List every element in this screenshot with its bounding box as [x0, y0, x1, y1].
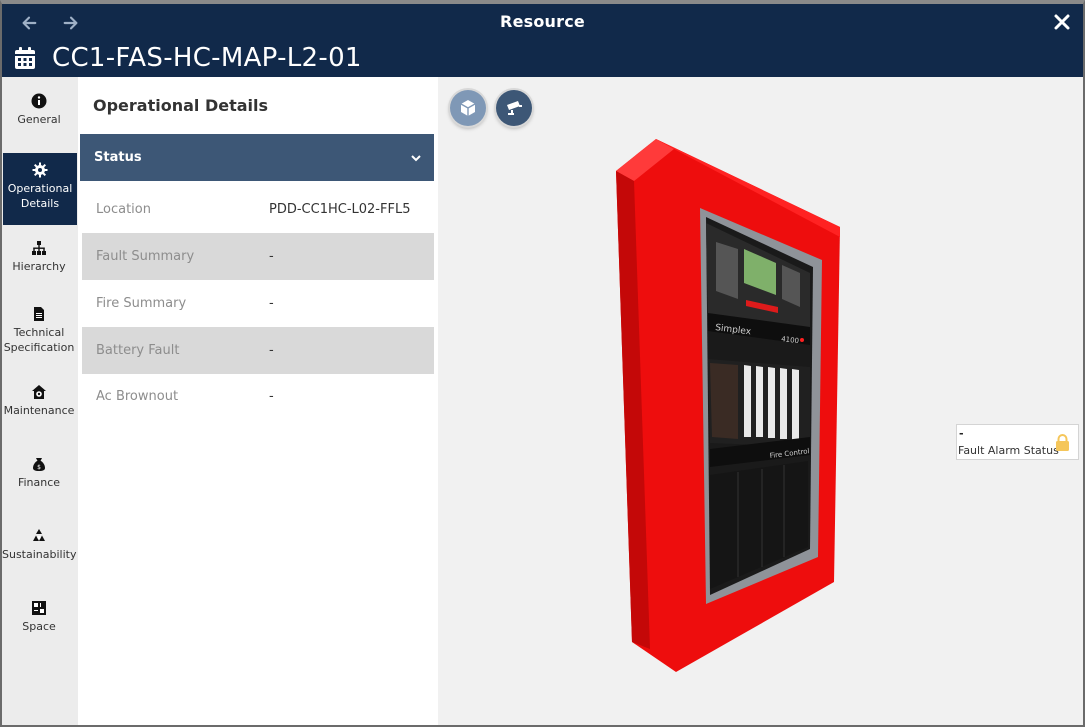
detail-value: - — [269, 343, 274, 358]
sidebar-item-maintenance[interactable]: Maintenance — [2, 384, 76, 424]
detail-row-ac-brownout: Ac Brownout - — [82, 373, 434, 420]
detail-value: - — [269, 249, 274, 264]
detail-label: Ac Brownout — [96, 389, 179, 404]
sidebar-item-hierarchy[interactable]: Hierarchy — [2, 240, 76, 282]
sidebar-item-label: Technical Specification — [3, 326, 75, 354]
sidebar-item-label: Hierarchy — [12, 260, 66, 273]
detail-row-fault-summary: Fault Summary - — [82, 233, 434, 280]
sidebar-item-general[interactable]: General — [2, 93, 76, 135]
detail-label: Location — [96, 202, 151, 217]
sidebar-item-technical-specification[interactable]: Technical Specification — [2, 306, 76, 356]
sidebar-item-label: Space — [22, 620, 56, 633]
detail-row-location: Location PDD-CC1HC-L02-FFL5 — [82, 186, 434, 233]
sidebar: General Operational Details Hierarchy Te… — [2, 77, 78, 725]
document-icon — [34, 307, 44, 321]
info-icon — [31, 93, 47, 109]
home-gear-icon — [32, 385, 46, 399]
sidebar-item-finance[interactable]: $ Finance — [2, 456, 76, 496]
model-viewer[interactable]: Simplex 4100 Fire Control - Fault Alarm … — [438, 77, 1083, 725]
recycle-icon — [33, 529, 45, 541]
resource-name: CC1-FAS-HC-MAP-L2-01 — [52, 43, 362, 73]
resource-window: Resource CC1-FAS-HC-MAP-L2-01 General Op… — [0, 0, 1085, 727]
detail-label: Fault Summary — [96, 249, 195, 264]
lock-icon — [1056, 434, 1069, 451]
gear-icon — [32, 162, 48, 178]
sidebar-item-sustainability[interactable]: Sustainability — [2, 528, 76, 568]
cube-view-button[interactable] — [450, 90, 486, 126]
sidebar-item-space[interactable]: Space — [2, 600, 76, 640]
detail-value: PDD-CC1HC-L02-FFL5 — [269, 202, 411, 217]
sidebar-item-operational-details[interactable]: Operational Details — [3, 153, 77, 225]
details-title: Operational Details — [93, 96, 269, 115]
sidebar-item-label: Finance — [17, 476, 61, 489]
detail-label: Fire Summary — [96, 296, 187, 311]
window-title: Resource — [500, 12, 585, 31]
fault-alarm-status-card[interactable]: - Fault Alarm Status — [956, 424, 1079, 460]
chevron-down-icon — [411, 155, 421, 162]
status-label: Fault Alarm Status — [958, 444, 1059, 457]
money-bag-icon: $ — [33, 458, 45, 471]
cctv-camera-icon — [507, 101, 522, 115]
status-value: - — [959, 427, 964, 440]
close-icon[interactable] — [1053, 13, 1071, 31]
detail-row-fire-summary: Fire Summary - — [82, 280, 434, 327]
calendar-icon — [15, 47, 35, 69]
detail-value: - — [269, 296, 274, 311]
sidebar-item-label: General — [17, 113, 61, 126]
sidebar-item-label: Maintenance — [3, 404, 75, 417]
details-panel: Operational Details Status Location PDD-… — [78, 77, 438, 725]
window-header: Resource CC1-FAS-HC-MAP-L2-01 — [2, 4, 1083, 77]
hierarchy-icon — [32, 241, 46, 255]
detail-label: Battery Fault — [96, 343, 180, 358]
sidebar-item-label: Sustainability — [2, 548, 77, 561]
fire-alarm-panel-model: Simplex 4100 Fire Control — [616, 139, 840, 672]
sidebar-item-label: Operational Details — [7, 182, 73, 210]
section-label: Status — [94, 150, 142, 165]
detail-value: - — [269, 389, 274, 404]
detail-row-battery-fault: Battery Fault - — [82, 327, 434, 374]
svg-text:$: $ — [37, 464, 41, 471]
camera-view-button[interactable] — [496, 90, 532, 126]
status-section-header[interactable]: Status — [80, 134, 434, 181]
floorplan-icon — [32, 601, 46, 615]
cube-icon — [460, 100, 476, 116]
